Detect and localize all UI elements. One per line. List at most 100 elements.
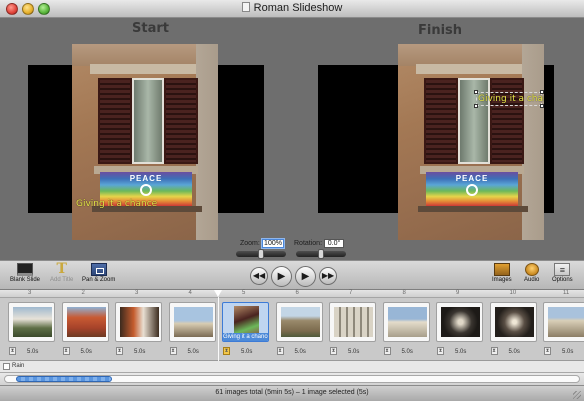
slide-thumbnail[interactable] bbox=[275, 302, 323, 342]
slide-image bbox=[173, 307, 213, 337]
audio-label: Audio bbox=[524, 277, 540, 283]
document-icon bbox=[241, 2, 250, 12]
window-title-wrap: Roman Slideshow bbox=[0, 2, 584, 14]
transition-icon[interactable]: ⧗ bbox=[330, 347, 337, 355]
audio-track-icon bbox=[3, 363, 10, 370]
slide-image bbox=[280, 307, 320, 337]
slide-caption: Giving it a chance bbox=[223, 333, 269, 341]
images-icon bbox=[493, 263, 510, 276]
slide-number: 3 bbox=[28, 290, 32, 296]
slide-image bbox=[387, 307, 427, 337]
rotation-field[interactable]: 0.0° bbox=[324, 239, 344, 248]
start-caption[interactable]: Giving it a chance bbox=[76, 199, 157, 209]
slide-duration[interactable]: 5.0s bbox=[295, 349, 306, 355]
transition-icon[interactable]: ⧗ bbox=[223, 347, 230, 355]
window-title: Roman Slideshow bbox=[253, 2, 343, 14]
zoom-slider[interactable] bbox=[236, 249, 286, 259]
slide-number: 5 bbox=[242, 290, 246, 296]
resize-handle[interactable] bbox=[474, 104, 478, 108]
slide-thumbnail[interactable] bbox=[382, 302, 430, 342]
finish-photo[interactable]: PEACE Giving it a chance bbox=[398, 44, 544, 240]
options-icon: ≡ bbox=[554, 263, 571, 276]
pan-zoom-button[interactable]: Pan & Zoom bbox=[82, 263, 115, 283]
options-button[interactable]: ≡ Options bbox=[552, 263, 573, 283]
transition-icon[interactable]: ⧗ bbox=[9, 347, 16, 355]
flag-text: PEACE bbox=[129, 174, 163, 183]
slide-image bbox=[13, 307, 52, 337]
finish-label: Finish bbox=[418, 23, 463, 38]
slide-number: 4 bbox=[188, 290, 192, 296]
resize-handle[interactable] bbox=[540, 104, 544, 108]
zoom-field[interactable]: 100% bbox=[262, 239, 284, 248]
title-t-icon: T bbox=[56, 261, 67, 277]
slide-duration[interactable]: 5.0s bbox=[455, 349, 466, 355]
slide-duration[interactable]: 5.0s bbox=[241, 349, 252, 355]
rotation-label: Rotation: bbox=[294, 240, 323, 247]
slide-image bbox=[441, 307, 480, 337]
blank-slide-icon bbox=[17, 263, 34, 276]
transition-icon[interactable]: ⧗ bbox=[276, 347, 284, 355]
transition-icon[interactable]: ⧗ bbox=[116, 347, 123, 355]
options-label: Options bbox=[552, 277, 573, 283]
transition-icon[interactable]: ⧗ bbox=[437, 347, 444, 355]
slide-duration[interactable]: 5.0s bbox=[402, 349, 413, 355]
slide-image bbox=[548, 307, 584, 337]
slide-thumbnail[interactable] bbox=[168, 302, 216, 342]
blank-slide-button[interactable]: Blank Slide bbox=[10, 263, 40, 283]
add-title-button[interactable]: T Add Title bbox=[50, 261, 74, 283]
slide-thumbnail[interactable] bbox=[61, 302, 109, 342]
previous-button[interactable]: ◀◀ bbox=[250, 267, 268, 285]
peace-symbol-icon bbox=[140, 184, 152, 196]
slide-duration[interactable]: 5.0s bbox=[562, 349, 573, 355]
transition-icon[interactable]: ⧗ bbox=[62, 347, 70, 355]
play-button[interactable]: ▶ bbox=[271, 266, 292, 287]
title-bar: Roman Slideshow bbox=[0, 0, 584, 18]
slide-thumbnail[interactable] bbox=[489, 302, 537, 342]
slide-thumbnail[interactable] bbox=[329, 302, 376, 342]
transition-icon[interactable]: ⧗ bbox=[544, 347, 551, 355]
slide-thumbnail[interactable] bbox=[8, 302, 55, 342]
slide-number: 3 bbox=[135, 290, 139, 296]
slide-duration[interactable]: 5.0s bbox=[348, 349, 359, 355]
window-lintel bbox=[416, 64, 522, 74]
slideshow-window: Roman Slideshow Start Finish PEACE Givin… bbox=[0, 0, 584, 401]
audio-track[interactable]: Rain bbox=[0, 361, 584, 373]
resize-grip-icon[interactable] bbox=[573, 391, 581, 399]
slide-thumbnail[interactable] bbox=[436, 302, 483, 342]
slide-thumbnail[interactable]: Giving it a chance bbox=[222, 302, 269, 342]
finish-caption[interactable]: Giving it a chance bbox=[478, 94, 544, 104]
slide-image bbox=[66, 307, 106, 337]
slide-thumbnail[interactable] bbox=[543, 302, 584, 342]
start-photo[interactable]: PEACE Giving it a chance bbox=[72, 44, 218, 240]
window-glass bbox=[132, 78, 164, 164]
slide-thumbnail[interactable] bbox=[115, 302, 162, 342]
timeline[interactable]: 3 2 3 4 5 6 7 8 9 10 11 ⧗ 5.0s ⧗ 5.0s ⧗ 5.0s ⧗ 5.0s Giving… bbox=[0, 290, 584, 391]
slide-duration[interactable]: 5.0s bbox=[27, 349, 38, 355]
timeline-ruler[interactable]: 3 2 3 4 5 6 7 8 9 10 11 bbox=[0, 290, 584, 298]
slide-duration[interactable]: 5.0s bbox=[81, 349, 92, 355]
scrollbar-thumb[interactable] bbox=[16, 376, 112, 382]
transition-icon[interactable]: ⧗ bbox=[169, 347, 177, 355]
pan-zoom-label: Pan & Zoom bbox=[82, 277, 116, 283]
slide-image bbox=[494, 307, 534, 337]
timeline-scrollbar[interactable] bbox=[0, 373, 584, 385]
playhead-marker[interactable] bbox=[214, 290, 222, 297]
rotation-slider[interactable] bbox=[296, 249, 346, 259]
transition-icon[interactable]: ⧗ bbox=[490, 347, 498, 355]
transition-icon[interactable]: ⧗ bbox=[383, 347, 391, 355]
zoom-slider-thumb[interactable] bbox=[258, 249, 264, 259]
rotation-slider-thumb[interactable] bbox=[318, 249, 324, 259]
images-button[interactable]: Images bbox=[492, 263, 512, 283]
play-fullscreen-button[interactable]: ▶ bbox=[295, 266, 316, 287]
audio-note-icon bbox=[524, 263, 539, 276]
next-button[interactable]: ▶▶ bbox=[319, 267, 337, 285]
add-title-label: Add Title bbox=[50, 277, 74, 283]
slide-duration[interactable]: 5.0s bbox=[134, 349, 145, 355]
slide-number: 2 bbox=[81, 290, 85, 296]
left-shutter bbox=[98, 78, 132, 164]
slide-duration[interactable]: 5.0s bbox=[509, 349, 520, 355]
right-shutter bbox=[164, 78, 198, 164]
slide-duration[interactable]: 5.0s bbox=[188, 349, 199, 355]
audio-track-label: Rain bbox=[12, 363, 25, 369]
audio-button[interactable]: Audio bbox=[524, 263, 539, 283]
